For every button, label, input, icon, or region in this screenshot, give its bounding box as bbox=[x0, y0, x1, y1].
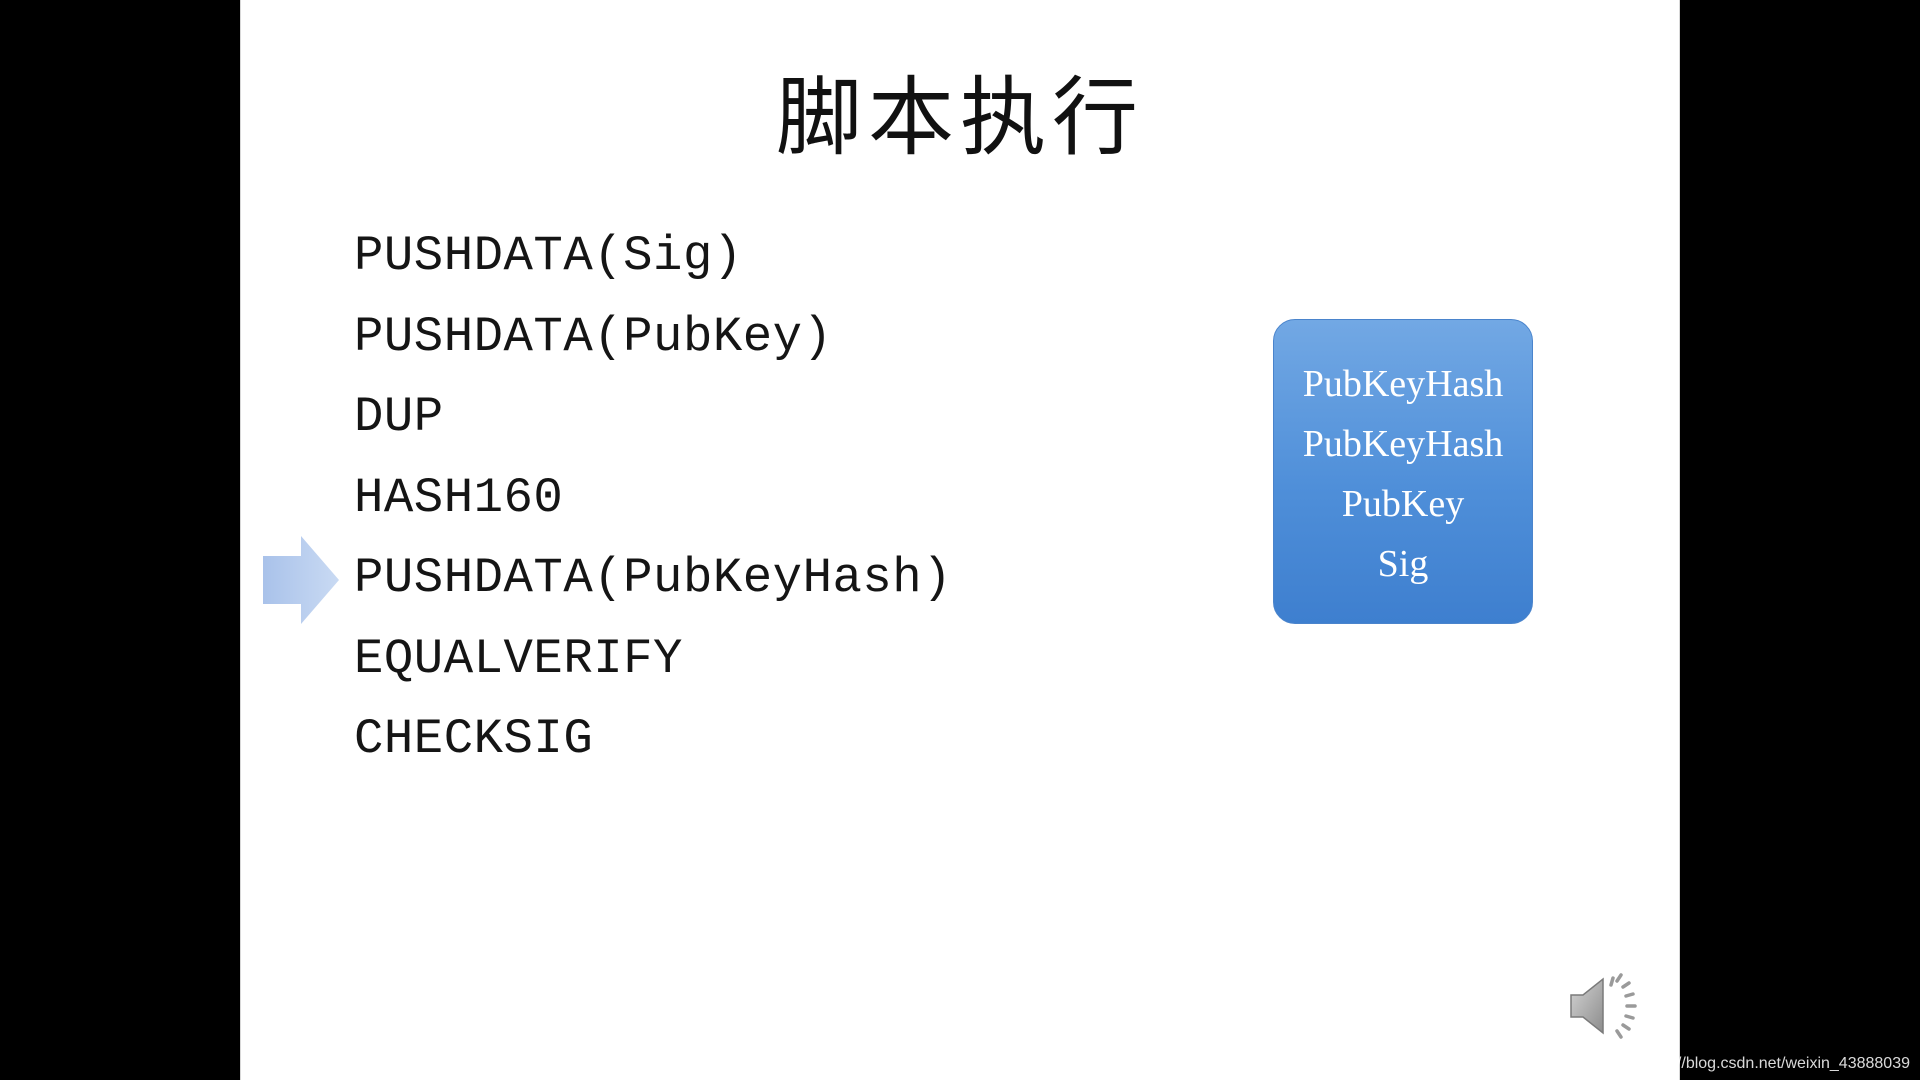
code-line: EQUALVERIFY bbox=[354, 630, 683, 687]
code-line-current: PUSHDATA(PubKeyHash) bbox=[354, 550, 953, 606]
script-code-list: PUSHDATA(Sig) PUSHDATA(PubKey) DUP HASH1… bbox=[354, 216, 952, 780]
presentation-screen: 脚本执行 PUSHDATA(Sig) PUSHDATA(PubKey) DUP … bbox=[0, 0, 1920, 1080]
code-line: PUSHDATA(PubKey) bbox=[354, 308, 833, 365]
code-line: HASH160 bbox=[354, 469, 564, 526]
stack-box: PubKeyHash PubKeyHash PubKey Sig bbox=[1273, 319, 1533, 624]
speaker-icon[interactable] bbox=[1567, 971, 1647, 1041]
current-step-arrow-icon bbox=[263, 536, 339, 624]
slide: 脚本执行 PUSHDATA(Sig) PUSHDATA(PubKey) DUP … bbox=[240, 0, 1680, 1080]
code-line: CHECKSIG bbox=[354, 711, 594, 767]
stack-item: PubKeyHash bbox=[1302, 362, 1504, 405]
code-line: PUSHDATA(Sig) bbox=[354, 228, 743, 284]
stack-item: Sig bbox=[1377, 542, 1429, 585]
slide-title: 脚本执行 bbox=[776, 68, 1144, 168]
stack-item: PubKey bbox=[1341, 482, 1465, 525]
watermark-text: https://blog.csdn.net/weixin_43888039 bbox=[1637, 1055, 1910, 1072]
stack-item: PubKeyHash bbox=[1302, 422, 1504, 465]
code-line: DUP bbox=[354, 389, 444, 445]
